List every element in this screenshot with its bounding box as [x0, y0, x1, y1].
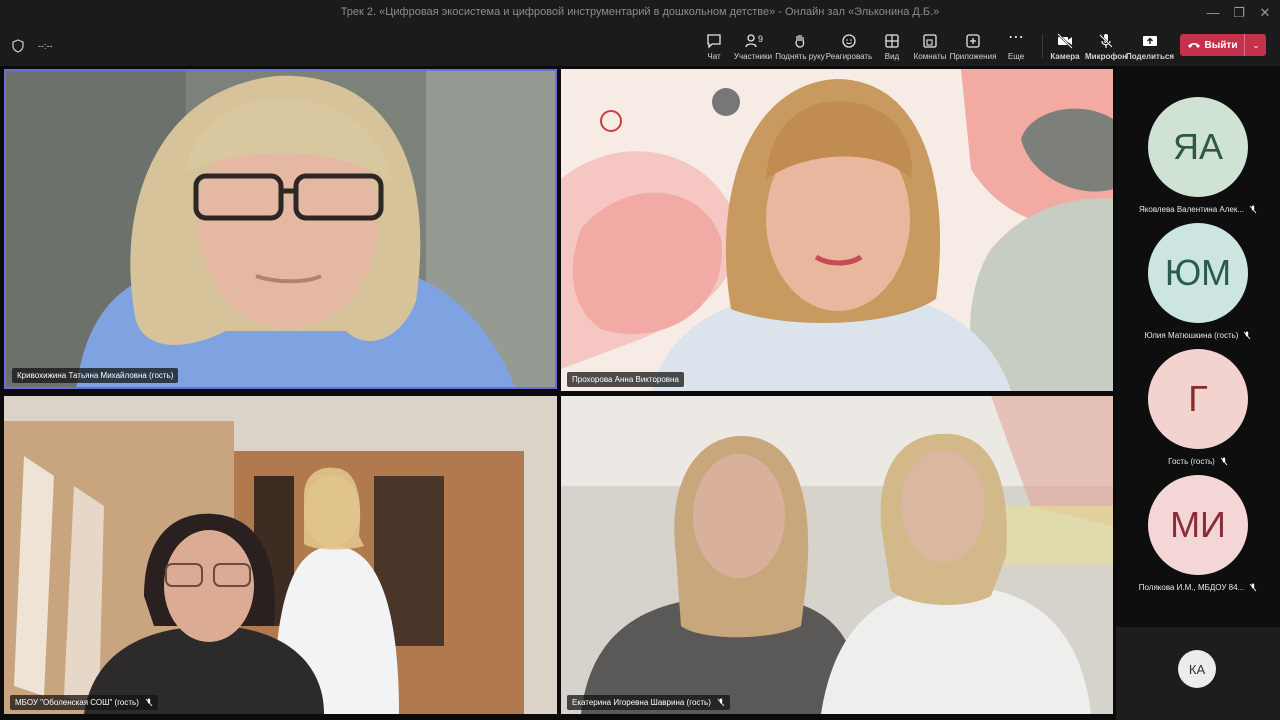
- participant-name: Полякова И.М., МБДОУ 84...: [1138, 583, 1245, 592]
- participant-card[interactable]: ЯА Яковлева Валентина Алек...: [1116, 97, 1280, 214]
- avatar: МИ: [1148, 475, 1248, 575]
- participant-video: [4, 396, 557, 714]
- participant-card[interactable]: МИ Полякова И.М., МБДОУ 84...: [1116, 475, 1280, 592]
- participant-video: [561, 69, 1113, 391]
- leave-control: Выйти ⌄: [1180, 34, 1266, 56]
- rooms-icon: [923, 34, 937, 48]
- mic-muted-icon: [717, 698, 725, 707]
- participant-name: Прохорова Анна Викторовна: [572, 375, 679, 384]
- video-tile-4[interactable]: Екатерина Игоревна Шаврина (гость): [561, 396, 1113, 714]
- overflow-panel[interactable]: КА: [1116, 627, 1280, 720]
- participant-card[interactable]: Г Гость (гость): [1116, 349, 1280, 466]
- shield-icon: [12, 39, 24, 53]
- avatar: Г: [1148, 349, 1248, 449]
- participant-name: Яковлева Валентина Алек...: [1139, 205, 1244, 214]
- grid-view-icon: [885, 34, 899, 48]
- hand-icon: [795, 35, 805, 48]
- share-screen-icon: [1143, 36, 1157, 46]
- video-tile-2[interactable]: Прохорова Анна Викторовна: [561, 69, 1113, 391]
- mic-muted-icon: [1244, 331, 1251, 340]
- mic-muted-icon: [1249, 583, 1257, 592]
- avatar: ЮМ: [1148, 223, 1248, 323]
- meeting-timer: --:--: [38, 41, 53, 51]
- window-title-bar: Трек 2. «Цифровая экосистема и цифровой …: [0, 0, 1280, 26]
- camera-off-icon: [1057, 33, 1073, 49]
- mic-off-icon: [1099, 34, 1113, 48]
- add-app-icon: [966, 34, 980, 48]
- leave-options-chevron-icon[interactable]: ⌄: [1244, 34, 1267, 56]
- smiley-icon: [842, 34, 856, 48]
- participant-name: Кривохижина Татьяна Михайловна (гость): [17, 371, 174, 380]
- participant-name-tag: МБОУ "Оболенская СОШ" (гость): [10, 695, 158, 710]
- participant-name: МБОУ "Оболенская СОШ" (гость): [15, 698, 139, 707]
- participant-name: Екатерина Игоревна Шаврина (гость): [572, 698, 711, 707]
- video-tile-3[interactable]: МБОУ "Оболенская СОШ" (гость): [4, 396, 557, 714]
- leave-label: Выйти: [1204, 39, 1238, 51]
- mic-muted-icon: [1220, 457, 1228, 466]
- meeting-toolbar: --:-- Чат 9 Участники Поднять руку Реаги…: [0, 26, 1280, 66]
- close-icon[interactable]: ✕: [1250, 2, 1280, 24]
- participant-sidebar: ЯА Яковлева Валентина Алек... ЮМ Юлия Ма…: [1116, 66, 1280, 720]
- participant-video: [561, 396, 1113, 714]
- chat-icon: [707, 34, 721, 49]
- participant-name: Гость (гость): [1168, 457, 1215, 466]
- participant-video: [6, 71, 555, 387]
- participant-name: Юлия Матюшкина (гость): [1144, 331, 1239, 340]
- window-title: Трек 2. «Цифровая экосистема и цифровой …: [340, 6, 940, 18]
- participant-name-tag: Кривохижина Татьяна Михайловна (гость): [12, 368, 179, 383]
- share-label: Поделиться: [1125, 52, 1174, 61]
- participant-card[interactable]: ЮМ Юлия Матюшкина (гость): [1116, 223, 1280, 340]
- hang-up-icon: [1187, 43, 1200, 48]
- overflow-avatar[interactable]: КА: [1178, 650, 1216, 688]
- mic-muted-icon: [145, 698, 153, 707]
- participant-name-tag: Прохорова Анна Викторовна: [567, 372, 684, 387]
- participants-count: 9: [758, 34, 764, 44]
- leave-button[interactable]: Выйти: [1180, 34, 1244, 56]
- share-button[interactable]: Поделиться: [1120, 32, 1180, 61]
- participant-name-tag: Екатерина Игоревна Шаврина (гость): [567, 695, 730, 710]
- mic-muted-icon: [1249, 205, 1257, 214]
- video-tile-1[interactable]: Кривохижина Татьяна Михайловна (гость): [4, 69, 557, 389]
- avatar: ЯА: [1148, 97, 1248, 197]
